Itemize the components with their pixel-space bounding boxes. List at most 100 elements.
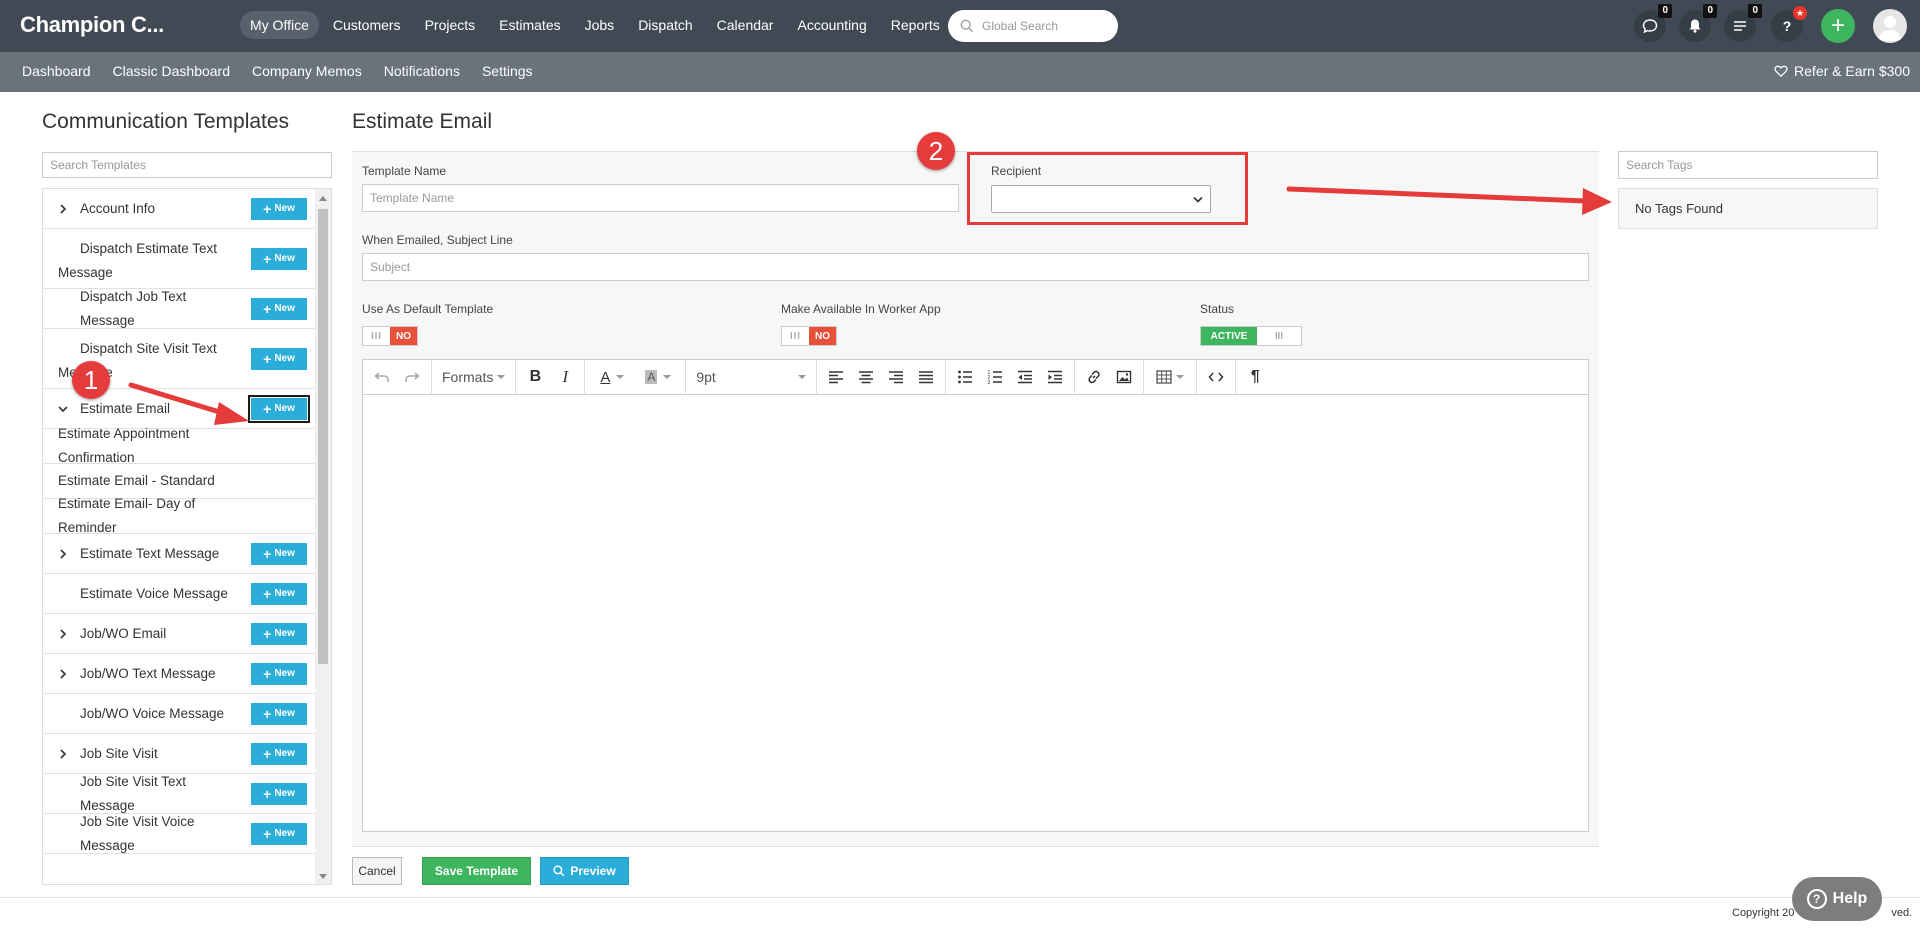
align-center-button[interactable] — [853, 364, 879, 390]
top-navbar: Champion C... My Office Customers Projec… — [0, 0, 1920, 52]
chat-button[interactable]: 0 — [1634, 4, 1672, 42]
template-row[interactable]: Job Site Visit Text Message + New — [43, 774, 315, 814]
template-row[interactable]: Job/WO Email + New — [43, 614, 315, 654]
template-name-input[interactable] — [362, 184, 959, 212]
new-template-button[interactable]: + New — [251, 742, 307, 765]
chevron-right-icon[interactable] — [58, 668, 68, 679]
scroll-up-arrow[interactable] — [319, 196, 327, 201]
new-template-button[interactable]: + New — [251, 197, 307, 220]
nav-accounting[interactable]: Accounting — [787, 11, 876, 39]
new-template-button[interactable]: + New — [251, 582, 307, 605]
template-search-input[interactable] — [42, 152, 332, 178]
nav-projects[interactable]: Projects — [415, 11, 486, 39]
insert-link-button[interactable] — [1081, 364, 1107, 390]
nav-calendar[interactable]: Calendar — [707, 11, 784, 39]
add-new-button[interactable]: + — [1821, 9, 1855, 43]
new-template-button[interactable]: + New — [251, 702, 307, 725]
nav-estimates[interactable]: Estimates — [489, 11, 570, 39]
indent-button[interactable] — [1042, 364, 1068, 390]
plus-icon: + — [263, 625, 272, 642]
help-question-button[interactable]: ? ★ — [1771, 6, 1807, 42]
star-badge: ★ — [1793, 6, 1807, 20]
outdent-button[interactable] — [1012, 364, 1038, 390]
new-template-button[interactable]: + New — [251, 247, 307, 270]
subject-input[interactable] — [362, 253, 1589, 281]
new-template-button[interactable]: + New — [248, 394, 310, 423]
plus-icon: + — [263, 400, 272, 417]
global-search-input[interactable] — [982, 19, 1112, 33]
template-row[interactable]: Job/WO Text Message + New — [43, 654, 315, 694]
subnav-classic-dashboard[interactable]: Classic Dashboard — [113, 63, 231, 79]
template-row[interactable]: Account Info + New — [43, 189, 315, 229]
subnav-dashboard[interactable]: Dashboard — [22, 63, 91, 79]
align-right-button[interactable] — [883, 364, 909, 390]
nav-customers[interactable]: Customers — [323, 11, 411, 39]
template-row[interactable]: Dispatch Job Text Message + New — [43, 289, 315, 329]
scroll-down-arrow[interactable] — [319, 874, 327, 879]
new-template-button[interactable]: + New — [251, 782, 307, 805]
preview-button[interactable]: Preview — [540, 857, 629, 885]
formats-dropdown[interactable]: Formats — [442, 369, 506, 385]
template-row[interactable]: Job/WO Voice Message + New — [43, 694, 315, 734]
template-list-scrollbar[interactable] — [315, 189, 331, 884]
tasks-button[interactable]: 0 — [1724, 4, 1762, 42]
user-avatar[interactable] — [1873, 9, 1907, 43]
source-code-button[interactable] — [1203, 364, 1229, 390]
insert-table-button[interactable] — [1150, 364, 1190, 390]
help-widget-button[interactable]: ? Help — [1792, 877, 1882, 921]
bullet-list-button[interactable] — [952, 364, 978, 390]
show-blocks-button[interactable]: ¶ — [1242, 364, 1268, 390]
chevron-right-icon[interactable] — [58, 548, 68, 559]
caret-down-icon — [497, 375, 506, 379]
new-template-button[interactable]: + New — [251, 822, 307, 845]
cancel-button[interactable]: Cancel — [352, 857, 402, 885]
template-row[interactable]: Estimate Email- Day of Reminder — [43, 496, 315, 535]
help-label: Help — [1832, 890, 1868, 907]
brand-name[interactable]: Champion C... — [20, 12, 164, 38]
numbered-list-button[interactable]: 123 — [982, 364, 1008, 390]
status-toggle-state: ACTIVE — [1201, 327, 1257, 345]
background-color-button[interactable]: A — [637, 364, 679, 390]
notifications-button[interactable]: 0 — [1679, 4, 1717, 42]
new-template-button[interactable]: + New — [251, 622, 307, 645]
template-row[interactable]: Job Site Visit + New — [43, 734, 315, 774]
nav-dispatch[interactable]: Dispatch — [628, 11, 702, 39]
text-color-button[interactable]: A — [591, 364, 633, 390]
default-template-toggle[interactable]: III NO — [362, 326, 418, 346]
template-row[interactable]: Estimate Voice Message + New — [43, 574, 315, 614]
tag-search-input[interactable] — [1618, 151, 1878, 179]
chevron-right-icon[interactable] — [58, 748, 68, 759]
footer-divider — [0, 897, 1920, 898]
chevron-right-icon[interactable] — [58, 628, 68, 639]
new-template-button[interactable]: + New — [251, 662, 307, 685]
redo-button[interactable] — [399, 364, 425, 390]
chevron-down-icon[interactable] — [58, 404, 68, 414]
editor-content-area[interactable] — [363, 396, 1588, 831]
nav-jobs[interactable]: Jobs — [575, 11, 625, 39]
nav-my-office[interactable]: My Office — [240, 11, 319, 39]
font-size-dropdown[interactable]: 9pt — [696, 369, 807, 385]
subnav-settings[interactable]: Settings — [482, 63, 533, 79]
template-row[interactable]: Job Site Visit Voice Message + New — [43, 814, 315, 854]
undo-button[interactable] — [369, 364, 395, 390]
align-left-button[interactable] — [823, 364, 849, 390]
refer-earn-link[interactable]: Refer & Earn $300 — [1774, 63, 1910, 79]
nav-reports[interactable]: Reports — [881, 11, 950, 39]
subnav-notifications[interactable]: Notifications — [384, 63, 460, 79]
scroll-thumb[interactable] — [318, 209, 328, 664]
template-row[interactable]: Dispatch Estimate Text Message + New — [43, 229, 315, 289]
save-template-button[interactable]: Save Template — [422, 857, 531, 885]
worker-app-toggle[interactable]: III NO — [781, 326, 837, 346]
status-toggle[interactable]: ACTIVE III — [1200, 326, 1302, 346]
justify-button[interactable] — [913, 364, 939, 390]
chevron-right-icon[interactable] — [58, 203, 68, 214]
bold-button[interactable]: B — [522, 364, 548, 390]
new-template-button[interactable]: + New — [251, 542, 307, 565]
italic-button[interactable]: I — [552, 364, 578, 390]
new-template-button[interactable]: + New — [251, 347, 307, 370]
template-row[interactable]: Estimate Text Message + New — [43, 534, 315, 574]
new-template-button[interactable]: + New — [251, 297, 307, 320]
insert-image-button[interactable] — [1111, 364, 1137, 390]
subnav-company-memos[interactable]: Company Memos — [252, 63, 362, 79]
template-row[interactable]: Estimate Appointment Confirmation — [43, 426, 315, 465]
